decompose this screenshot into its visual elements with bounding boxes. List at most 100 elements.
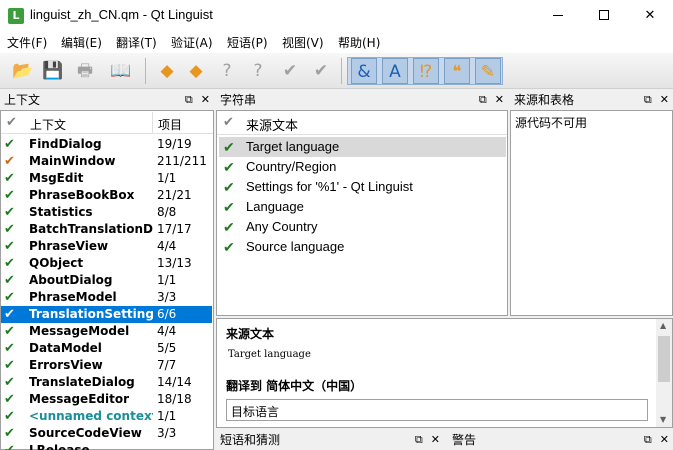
context-name: AboutDialog <box>29 273 113 287</box>
context-row[interactable]: ✔ PhraseModel 3/3 <box>1 289 212 306</box>
context-name: FindDialog <box>29 137 102 151</box>
context-row[interactable]: ✔ ErrorsView 7/7 <box>1 357 212 374</box>
context-row[interactable]: ✔ AboutDialog 1/1 <box>1 272 212 289</box>
phrases-panel-title-text: 短语和猜测 <box>220 433 281 447</box>
context-row[interactable]: ✔ PhraseBookBox 21/21 <box>1 187 212 204</box>
save-icon[interactable]: 💾 <box>40 58 66 84</box>
prev-icon[interactable]: ◆ <box>154 58 180 84</box>
title-bar: L linguist_zh_CN.qm - Qt Linguist ✕ <box>0 0 673 31</box>
editor-scrollbar[interactable]: ▲ ▼ <box>656 319 672 427</box>
phrasebook-icon[interactable]: 📖 <box>108 58 134 84</box>
context-count: 4/4 <box>157 324 177 338</box>
context-name: BatchTranslationDi... <box>29 222 153 236</box>
maximize-icon <box>599 10 609 20</box>
phrase-match-icon[interactable]: A <box>382 58 408 84</box>
close-panel-icon[interactable]: ✕ <box>201 93 210 106</box>
close-panel-icon[interactable]: ✕ <box>495 93 504 106</box>
source-string: Source language <box>246 239 345 254</box>
context-name: Statistics <box>29 205 93 219</box>
close-button[interactable]: ✕ <box>627 0 673 31</box>
toolbar: 📂 💾 🖶 📖 ◆ ◆ ? ? ✔ ✔ & A ⁉ ❝ ✎ <box>0 53 673 89</box>
float-icon[interactable]: ⧉ <box>185 93 193 106</box>
context-count: 18/18 <box>157 392 192 406</box>
menu-phrases[interactable]: 短语(P) <box>227 34 268 51</box>
context-name: ErrorsView <box>29 358 103 372</box>
prev-unfinished-icon[interactable]: ? <box>214 58 240 84</box>
context-row[interactable]: ✔ MessageModel 4/4 <box>1 323 212 340</box>
menu-view[interactable]: 视图(V) <box>282 34 324 51</box>
warnings-panel-title: 警告 ⧉ ✕ <box>448 430 673 450</box>
print-icon[interactable]: 🖶 <box>72 58 98 84</box>
next-unfinished-icon[interactable]: ? <box>245 58 271 84</box>
context-row[interactable]: ✔ QObject 13/13 <box>1 255 212 272</box>
float-icon[interactable]: ⧉ <box>644 93 652 106</box>
context-name: MessageModel <box>29 324 130 338</box>
context-row[interactable]: ✔ DataModel 5/5 <box>1 340 212 357</box>
context-column-header[interactable]: 上下文 <box>30 116 66 133</box>
next-icon[interactable]: ◆ <box>183 58 209 84</box>
done-check-icon: ✔ <box>4 188 15 203</box>
context-name: QObject <box>29 256 84 270</box>
string-row[interactable]: ✔ Any Country <box>219 217 506 237</box>
done-check-icon: ✔ <box>4 324 15 339</box>
open-icon[interactable]: 📂 <box>10 58 36 84</box>
context-row[interactable]: ✔ LRelease <box>1 442 212 450</box>
done-icon[interactable]: ✔ <box>277 58 303 84</box>
string-row[interactable]: ✔ Target language <box>219 137 506 157</box>
menu-edit[interactable]: 编辑(E) <box>61 34 102 51</box>
done-next-icon[interactable]: ✔ <box>308 58 334 84</box>
close-panel-icon[interactable]: ✕ <box>660 433 669 446</box>
context-name: PhraseModel <box>29 290 117 304</box>
maximize-button[interactable] <box>581 0 627 31</box>
context-row[interactable]: ✔ PhraseView 4/4 <box>1 238 212 255</box>
string-row[interactable]: ✔ Settings for '%1' - Qt Linguist <box>219 177 506 197</box>
translation-input[interactable]: 目标语言 <box>226 399 648 421</box>
context-name: MsgEdit <box>29 171 84 185</box>
string-row[interactable]: ✔ Country/Region <box>219 157 506 177</box>
source-string: Any Country <box>246 219 318 234</box>
context-count: 14/14 <box>157 375 192 389</box>
context-row[interactable]: ✔ <unnamed context> 1/1 <box>1 408 212 425</box>
context-count: 5/5 <box>157 341 177 355</box>
items-column-header[interactable]: 项目 <box>158 116 182 133</box>
menu-file[interactable]: 文件(F) <box>7 34 47 51</box>
scroll-up-icon[interactable]: ▲ <box>660 321 666 330</box>
accelerators-icon[interactable]: & <box>351 58 377 84</box>
close-panel-icon[interactable]: ✕ <box>660 93 669 106</box>
context-row[interactable]: ✔ MsgEdit 1/1 <box>1 170 212 187</box>
menu-validation[interactable]: 验证(A) <box>171 34 213 51</box>
minimize-button[interactable] <box>535 0 581 31</box>
scroll-down-icon[interactable]: ▼ <box>660 415 666 424</box>
float-icon[interactable]: ⧉ <box>479 93 487 106</box>
source-column-header[interactable]: 来源文本 <box>246 115 298 134</box>
context-row[interactable]: ✔ BatchTranslationDi... 17/17 <box>1 221 212 238</box>
menu-bar: 文件(F) 编辑(E) 翻译(T) 验证(A) 短语(P) 视图(V) 帮助(H… <box>0 31 673 53</box>
context-row[interactable]: ✔ Statistics 8/8 <box>1 204 212 221</box>
translation-label: 翻译到 简体中文（中国） <box>226 379 363 393</box>
punctuation-icon[interactable]: ⁉ <box>413 58 439 84</box>
float-icon[interactable]: ⧉ <box>644 433 652 446</box>
qt-linguist-app-icon: L <box>8 8 24 24</box>
done-check-icon: ✔ <box>4 409 15 424</box>
close-panel-icon[interactable]: ✕ <box>431 433 440 446</box>
float-icon[interactable]: ⧉ <box>415 433 423 446</box>
context-name: PhraseBookBox <box>29 188 135 202</box>
context-row[interactable]: ✔ MessageEditor 18/18 <box>1 391 212 408</box>
strings-panel-title-text: 字符串 <box>220 93 257 107</box>
quotes-icon[interactable]: ❝ <box>444 58 470 84</box>
context-row[interactable]: ✔ FindDialog 19/19 <box>1 136 212 153</box>
menu-help[interactable]: 帮助(H) <box>338 34 380 51</box>
context-row[interactable]: ✔ MainWindow 211/211 <box>1 153 212 170</box>
placemarker-icon[interactable]: ✎ <box>475 58 501 84</box>
menu-translation[interactable]: 翻译(T) <box>116 34 157 51</box>
context-row[interactable]: ✔ TranslateDialog 14/14 <box>1 374 212 391</box>
string-row[interactable]: ✔ Language <box>219 197 506 217</box>
context-row[interactable]: ✔ SourceCodeView 3/3 <box>1 425 212 442</box>
string-row[interactable]: ✔ Source language <box>219 237 506 257</box>
scroll-thumb[interactable] <box>658 336 670 382</box>
context-count: 21/21 <box>157 188 192 202</box>
done-check-icon: ✔ <box>4 375 15 390</box>
context-row[interactable]: ✔ TranslationSettings... 6/6 <box>1 306 212 323</box>
window-title: linguist_zh_CN.qm - Qt Linguist <box>30 7 213 22</box>
context-name: PhraseView <box>29 239 109 253</box>
